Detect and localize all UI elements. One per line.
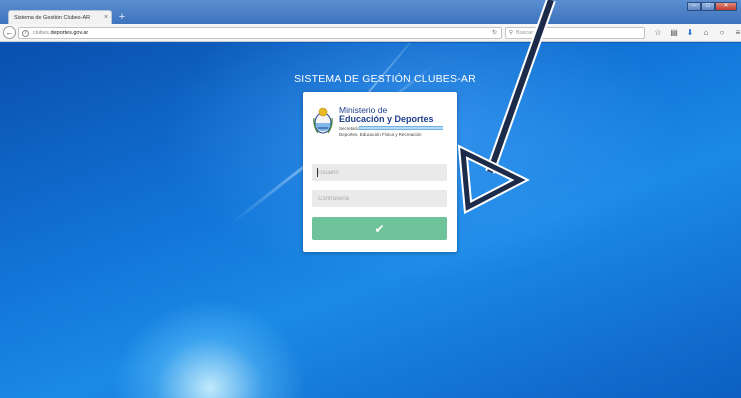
username-input[interactable] [312,164,447,181]
reading-list-icon[interactable]: ▤ [666,27,682,39]
tab-close-icon[interactable]: × [101,14,111,21]
reload-icon[interactable]: ↻ [492,29,497,36]
maximize-button[interactable]: □ [701,2,715,11]
tab-title: Sistema de Gestión Clubes-AR [14,14,91,21]
login-card: Ministerio de Educación y Deportes Secre… [303,92,457,252]
star-icon[interactable]: ☆ [650,27,666,39]
password-input[interactable] [312,190,447,207]
url-bar[interactable]: i clubes. deportes.gov.ar ↻ [18,27,502,39]
window-controls: – □ ✕ [687,2,737,11]
login-submit-button[interactable]: ✔ [312,217,447,240]
coat-of-arms-icon [313,107,333,134]
browser-titlebar: Sistema de Gestión Clubes-AR × + – □ ✕ [0,0,741,24]
download-icon[interactable]: ⬇ [682,27,698,39]
search-bar[interactable]: ⚲ Buscar [505,27,645,39]
url-subdomain: clubes. [33,30,51,36]
back-button[interactable]: ← [3,26,16,39]
url-domain: deportes.gov.ar [50,30,89,36]
new-tab-button[interactable]: + [116,11,128,23]
checkmark-icon: ✔ [374,221,385,236]
browser-toolbar: ☆ ▤ ⬇ ⌂ ○ ≡ [650,27,741,39]
search-placeholder: Buscar [516,30,534,36]
minimize-button[interactable]: – [687,2,701,11]
browser-tab[interactable]: Sistema de Gestión Clubes-AR × [8,10,112,24]
text-caret [317,168,318,177]
search-icon: ⚲ [509,30,514,36]
logo-flag-stripe [359,126,443,130]
close-window-button[interactable]: ✕ [715,2,737,11]
logo-line-educacion: Educación y Deportes [339,114,434,124]
browser-navbar: ← i clubes. deportes.gov.ar ↻ ⚲ Buscar ☆ … [0,24,741,42]
logo-line-deportes: Deportes, Educación Física y Recreación [339,132,422,137]
home-icon[interactable]: ⌂ [698,27,714,39]
page-title: SISTEMA DE GESTIÓN CLUBES-AR [294,73,476,85]
info-icon[interactable]: i [22,29,29,37]
chat-icon[interactable]: ○ [714,27,730,39]
menu-icon[interactable]: ≡ [730,27,741,39]
ministry-logo: Ministerio de Educación y Deportes Secre… [313,104,453,140]
